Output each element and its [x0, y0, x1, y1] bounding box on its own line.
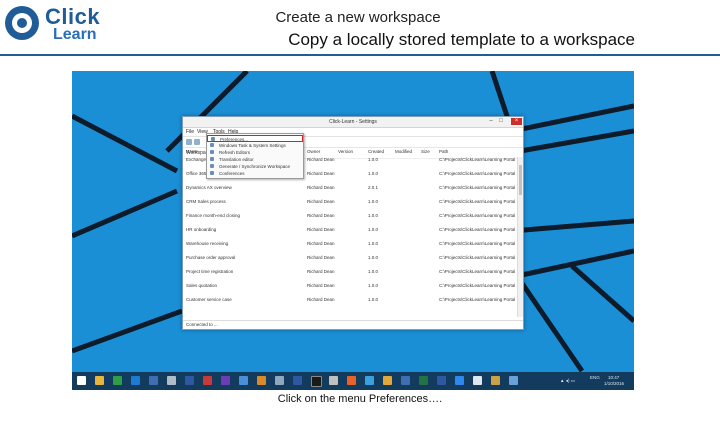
app-icon[interactable] — [509, 376, 518, 385]
generate-icon — [210, 164, 214, 168]
slide-subtitle: Copy a locally stored template to a work… — [288, 30, 635, 49]
firefox-icon[interactable] — [347, 376, 356, 385]
tools-dropdown-menu: Preferences... Windows Task & System Set… — [206, 133, 304, 179]
chrome-icon[interactable] — [473, 376, 482, 385]
system-tray: ▲ ◂) ▭ ENG 10:47 1/10/2016 — [560, 375, 630, 387]
word-icon[interactable] — [401, 376, 410, 385]
settings-icon — [210, 143, 214, 147]
slide-title: Create a new workspace — [275, 9, 441, 26]
tray-date[interactable]: 1/10/2016 — [604, 381, 624, 386]
vertical-scrollbar[interactable] — [517, 157, 523, 317]
dynamics-icon[interactable] — [185, 376, 194, 385]
scrollbar-thumb[interactable] — [519, 165, 522, 195]
app-icon[interactable] — [329, 376, 338, 385]
app-icon[interactable] — [167, 376, 176, 385]
status-text: Connected to ... — [186, 322, 218, 327]
preferences-icon — [211, 137, 215, 141]
table-row[interactable]: Customer service case Richard Dean 1.0.0… — [183, 297, 517, 303]
minimize-icon[interactable]: – — [487, 118, 495, 125]
excel-icon[interactable] — [419, 376, 428, 385]
status-bar: Connected to ... — [183, 320, 523, 329]
start-icon[interactable] — [77, 376, 86, 385]
new-icon[interactable] — [186, 139, 192, 145]
app-icon[interactable] — [365, 376, 374, 385]
paint-icon[interactable] — [257, 376, 266, 385]
conferences-icon — [210, 171, 214, 175]
app-icon[interactable] — [437, 376, 446, 385]
table-row[interactable]: Project time registration Richard Dean 1… — [183, 269, 517, 275]
workspace-list: Exchange Meeting Notes Richard Dean 1.0.… — [183, 157, 517, 317]
table-row[interactable]: HR onboarding Richard Dean 1.0.0 C:\Proj… — [183, 227, 517, 233]
menu-item-windows-task[interactable]: Windows Task & System Settings — [207, 142, 303, 149]
tray-lang[interactable]: ENG — [590, 375, 600, 380]
visual-studio-icon[interactable] — [221, 376, 230, 385]
table-row[interactable]: Warehouse receiving Richard Dean 1.0.0 C… — [183, 241, 517, 247]
window-titlebar: Click-Learn - Settings – □ × — [183, 117, 523, 128]
cmd-icon[interactable] — [311, 376, 322, 387]
app-icon[interactable] — [491, 376, 500, 385]
store-icon[interactable] — [113, 376, 122, 385]
skype-icon[interactable] — [455, 376, 464, 385]
instruction-caption: Click on the menu Preferences…. — [277, 393, 443, 405]
table-row[interactable]: Dynamics AX overview Richard Dean 2.0.1 … — [183, 185, 517, 191]
taskbar: ▲ ◂) ▭ ENG 10:47 1/10/2016 — [72, 372, 634, 390]
menu-item-generate[interactable]: Generate / Synchronize Workspace — [207, 163, 303, 170]
app-icon[interactable] — [383, 376, 392, 385]
tray-time[interactable]: 10:47 — [608, 375, 619, 380]
dynamics-icon[interactable] — [293, 376, 302, 385]
menu-item-translation[interactable]: Translation editor — [207, 156, 303, 163]
desktop-screenshot: Click-Learn - Settings – □ × File View T… — [72, 71, 634, 390]
menu-item-refresh[interactable]: Refresh Editors — [207, 149, 303, 156]
translation-icon — [210, 157, 214, 161]
table-row[interactable]: Purchase order approval Richard Dean 1.0… — [183, 255, 517, 261]
mail-icon[interactable] — [131, 376, 140, 385]
menu-item-conferences[interactable]: Conferences — [207, 170, 303, 177]
maximize-icon[interactable]: □ — [497, 118, 505, 125]
file-explorer-icon[interactable] — [95, 376, 104, 385]
app-icon[interactable] — [275, 376, 284, 385]
app-window: Click-Learn - Settings – □ × File View T… — [182, 116, 524, 330]
app-icon[interactable] — [239, 376, 248, 385]
close-icon[interactable]: × — [511, 118, 522, 125]
header-divider — [0, 54, 720, 56]
window-title: Click-Learn - Settings — [329, 119, 377, 125]
table-row[interactable]: Finance month-end closing Richard Dean 1… — [183, 213, 517, 219]
refresh-icon — [210, 150, 214, 154]
acrobat-icon[interactable] — [203, 376, 212, 385]
table-row[interactable]: CRM Sales process Richard Dean 1.0.0 C:\… — [183, 199, 517, 205]
menu-file[interactable]: File — [186, 129, 194, 135]
open-icon[interactable] — [194, 139, 200, 145]
menu-item-preferences[interactable]: Preferences... — [207, 135, 303, 142]
tray-icons[interactable]: ▲ ◂) ▭ — [560, 378, 575, 384]
word-icon[interactable] — [149, 376, 158, 385]
table-row[interactable]: Sales quotation Richard Dean 1.0.0 C:\Pr… — [183, 283, 517, 289]
